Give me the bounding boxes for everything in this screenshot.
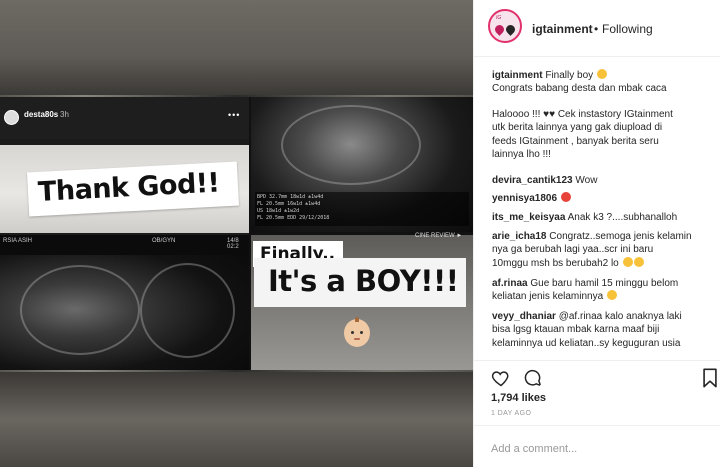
ultrasound-image-left: RSIA ASIH OB/GYN 14/8 02:2 (0, 235, 249, 370)
heart-eyes-emoji (560, 192, 571, 202)
avatar-logo-text: IG (496, 15, 502, 21)
scan-arc (140, 263, 235, 358)
black-heart-icon: ♥♥ (543, 109, 556, 120)
scan-arc (20, 265, 140, 355)
scan-date: 14/8 02:2 (227, 238, 239, 250)
scan-row: FL 20.5mm 16w1d ±1w4d (257, 201, 321, 207)
account-avatar[interactable]: IG (488, 9, 522, 43)
story-avatar (4, 110, 19, 125)
add-comment-bar[interactable]: Add a comment... (474, 425, 720, 467)
caption-text: Cek instastory IGtainment (557, 109, 673, 120)
comment-username[interactable]: arie_icha18 (492, 231, 547, 242)
caption-text: Haloooo !!! (492, 109, 541, 120)
comment-username[interactable]: yennisya1806 (492, 193, 557, 204)
caption: igtainment Finally boy Congrats babang d… (492, 69, 714, 96)
comment-username[interactable]: af.rinaa (492, 278, 528, 289)
comment-text: nya ga berubah lagi yaa..scr ini baru (492, 244, 654, 256)
action-bar (474, 360, 720, 390)
likes-count[interactable]: 1,794 likes (491, 392, 546, 404)
caption-text: feeds IGtainment , banyak berita seru (492, 135, 659, 147)
comment-text: Congratz..semoga jenis kelamin (549, 231, 692, 242)
thank-god-text: Thank God!! (37, 167, 221, 208)
more-icon: ••• (228, 110, 241, 120)
baby-hair (355, 317, 359, 322)
baby-emoji (596, 69, 607, 79)
rofl-emoji (633, 256, 644, 267)
post-timestamp: 1 DAY AGO (491, 410, 532, 417)
baby-mouth (354, 338, 360, 340)
story-username: desta80s (24, 110, 59, 119)
scan-clinic: RSIA ASIH (3, 238, 33, 244)
scan-row: FL 20.5mm EDD 29/12/2018 (257, 215, 330, 221)
baby-eye (351, 331, 354, 334)
comment-item: af.rinaa Gue baru hamil 15 minggu belom … (492, 277, 714, 304)
comment-text: Anak k3 ?....subhanalloh (567, 212, 678, 223)
following-button[interactable]: Following (602, 22, 653, 36)
comment-text: 10mggu msh bs berubah2 lo (492, 257, 619, 269)
scan-dept: OB/GYN (152, 238, 176, 244)
heart-icon (504, 23, 517, 36)
boy-text: It's a BOY!!! (268, 264, 459, 298)
comment-text: kelaminnya ud keliatan..sy keguguran usi… (492, 337, 681, 349)
caption-text: Finally boy (545, 70, 594, 81)
comment-item: devira_cantik123 Wow (492, 174, 714, 187)
photo-collage: desta80s 3h ••• Thank God!! RSIA ASIH OB… (0, 97, 473, 370)
scan-measurements: BPD 32.7mm 18w1d ±1w4d FL 20.5mm 16w1d ±… (255, 192, 469, 226)
ultrasound-image-right: BPD 32.7mm 18w1d ±1w4d FL 20.5mm 16w1d ±… (251, 97, 473, 232)
comment-username[interactable]: veyy_dhaniar (492, 311, 556, 322)
add-comment-input[interactable]: Add a comment... (491, 443, 577, 455)
comment-icon[interactable] (523, 368, 543, 388)
account-username[interactable]: igtainment (532, 22, 593, 36)
caption-body: Haloooo !!! ♥♥ Cek instastory IGtainment… (492, 108, 714, 162)
comment-username[interactable]: devira_cantik123 (492, 175, 573, 186)
boy-card: It's a BOY!!! (254, 258, 466, 307)
caption-text: Congrats babang desta dan mbak caca (492, 83, 667, 95)
separator-dot: • (594, 22, 599, 36)
laughing-emoji (606, 290, 617, 301)
baby-emoji (344, 317, 370, 347)
heart-icon (493, 23, 506, 36)
comment-text: Gue baru hamil 15 minggu belom (530, 278, 679, 289)
heart-icon[interactable] (491, 368, 511, 388)
scan-row: US 18w1d ±1w2d (257, 208, 300, 214)
comment-item: veyy_dhaniar @af.rinaa kalo anaknya laki… (492, 310, 714, 350)
blur-background-top (0, 0, 473, 95)
caption-text: lainnya lho !!! (492, 149, 551, 161)
caption-username[interactable]: igtainment (492, 70, 543, 81)
comment-item: its_me_keisyaa Anak k3 ?....subhanalloh (492, 211, 714, 224)
story-time: 3h (60, 110, 69, 119)
comment-text: bisa lgsg ktauan mbak karna maaf biji (492, 324, 660, 336)
comment-text: keliatan jenis kelaminnya (492, 291, 604, 303)
cine-review-label: CINE REVIEW ► (415, 233, 463, 239)
blur-background-bottom (0, 372, 473, 467)
comment-text: @af.rinaa kalo anaknya laki (558, 311, 682, 322)
bookmark-icon[interactable] (702, 368, 718, 388)
laughing-emoji (622, 256, 633, 267)
post-header: IG igtainment • Following (474, 0, 720, 57)
baby-eye (360, 331, 363, 334)
comment-item: yennisya1806 (492, 192, 714, 205)
comment-username[interactable]: its_me_keisyaa (492, 212, 565, 223)
comment-text: Wow (575, 175, 598, 186)
post-side-panel: IG igtainment • Following igtainment Fin… (473, 0, 720, 467)
scan-row: BPD 32.7mm 18w1d ±1w4d (257, 194, 324, 200)
scan-arc (281, 105, 421, 185)
story-screenshot: desta80s 3h ••• Thank God!! RSIA ASIH OB… (0, 97, 249, 370)
caption-text: utk berita lainnya yang gak diupload di (492, 122, 663, 134)
scan-header: RSIA ASIH OB/GYN 14/8 02:2 (0, 235, 249, 255)
post-media[interactable]: desta80s 3h ••• Thank God!! RSIA ASIH OB… (0, 0, 473, 467)
story-header: desta80s 3h ••• (0, 97, 249, 139)
comment-item: arie_icha18 Congratz..semoga jenis kelam… (492, 230, 714, 270)
